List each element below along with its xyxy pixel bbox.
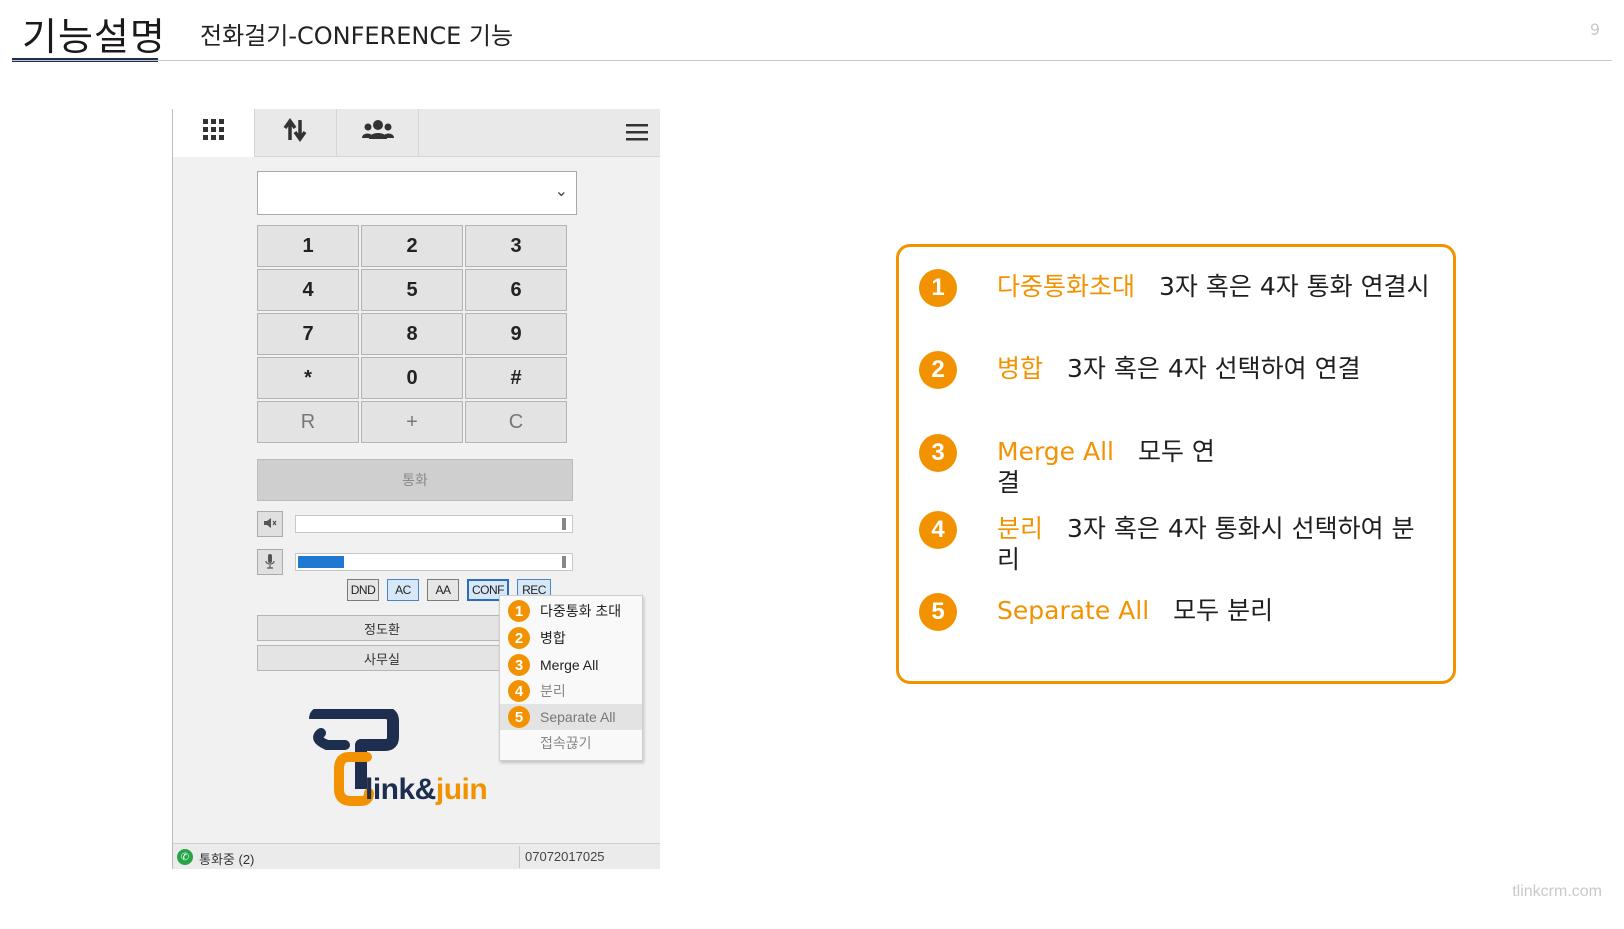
menu-item-invite[interactable]: 1 다중통화 초대	[500, 598, 642, 624]
key-hash[interactable]: #	[465, 357, 567, 399]
contact-item[interactable]: 사무실	[257, 645, 507, 671]
key-7[interactable]: 7	[257, 313, 359, 355]
tab-transfer[interactable]	[255, 109, 337, 157]
softphone-window: ⌄ 1 2 3 4 5 6 7 8 9 * 0 # R + C 통화 DND A…	[172, 109, 660, 869]
phone-toolbar	[173, 109, 660, 157]
feature-legend-box: 1 다중통화초대 3자 혹은 4자 통화 연결시 2 병합 3자 혹은 4자 선택하…	[896, 244, 1456, 684]
key-redial[interactable]: R	[257, 401, 359, 443]
legend-number-badge: 3	[919, 434, 957, 472]
menu-number-badge: 5	[508, 706, 530, 728]
logo-wordmark-part2: juin	[435, 773, 488, 806]
menu-number-badge: 4	[508, 680, 530, 702]
legend-term: 분리	[997, 514, 1044, 543]
menu-item-label: Merge All	[540, 657, 599, 673]
legend-term: Merge All	[997, 437, 1114, 466]
dial-number-select[interactable]: ⌄	[257, 171, 577, 215]
key-0[interactable]: 0	[361, 357, 463, 399]
logo-wordmark-part1: link&	[365, 773, 436, 806]
menu-number-badge: 2	[508, 627, 530, 649]
slide-subtitle: 전화걸기-CONFERENCE 기능	[200, 22, 514, 50]
legend-number-badge: 5	[919, 593, 957, 631]
legend-number-badge: 4	[919, 511, 957, 549]
status-divider	[519, 846, 520, 868]
tab-dialpad[interactable]	[173, 109, 255, 157]
menu-item-label: 다중통화 초대	[540, 603, 622, 619]
legend-number-badge: 1	[919, 269, 957, 307]
menu-item-split[interactable]: 4 분리	[500, 678, 642, 704]
speaker-volume-thumb[interactable]	[562, 518, 566, 530]
footer-website: tlinkcrm.com	[1512, 883, 1602, 900]
speaker-icon	[263, 517, 277, 532]
legend-desc: 모두 분리	[1173, 596, 1274, 625]
call-status-text: 통화중 (2)	[199, 852, 255, 867]
menu-item-disconnect[interactable]: 접속끊기	[500, 730, 642, 756]
legend-term: Separate All	[997, 596, 1150, 625]
key-5[interactable]: 5	[361, 269, 463, 311]
legend-desc: 3자 혹은 4자 통화 연결시	[1159, 272, 1430, 301]
dnd-button[interactable]: DND	[347, 579, 379, 601]
header-divider	[12, 60, 1612, 61]
legend-description: 병합 3자 혹은 4자 선택하여 연결	[997, 353, 1377, 384]
menu-item-label: 병합	[540, 630, 566, 646]
page-number: 9	[1589, 20, 1600, 39]
slide-title: 기능설명	[22, 15, 166, 59]
speaker-mute-button[interactable]	[257, 511, 283, 537]
menu-item-merge[interactable]: 2 병합	[500, 625, 642, 651]
status-bar: ✆ 통화중 (2) 07072017025	[173, 843, 660, 869]
legend-desc: 3자 혹은 4자 통화시 선택하여 분리	[997, 514, 1415, 574]
key-1[interactable]: 1	[257, 225, 359, 267]
key-6[interactable]: 6	[465, 269, 567, 311]
transfer-arrows-icon	[282, 116, 310, 151]
key-9[interactable]: 9	[465, 313, 567, 355]
mic-mute-button[interactable]	[257, 549, 283, 575]
menu-number-badge: 1	[508, 600, 530, 622]
microphone-icon	[264, 553, 276, 572]
menu-item-merge-all[interactable]: 3 Merge All	[500, 652, 642, 678]
legend-term: 다중통화초대	[997, 272, 1136, 301]
key-star[interactable]: *	[257, 357, 359, 399]
ac-button[interactable]: AC	[387, 579, 419, 601]
contacts-group-icon	[361, 117, 395, 150]
my-phone-number: 07072017025	[525, 849, 605, 864]
key-clear[interactable]: C	[465, 401, 567, 443]
contact-item[interactable]: 정도환	[257, 615, 507, 641]
chevron-down-icon: ⌄	[554, 183, 568, 200]
call-button[interactable]: 통화	[257, 459, 573, 501]
menu-button[interactable]	[613, 109, 660, 157]
legend-description: Merge All 모두 연결	[997, 436, 1237, 498]
phone-status-icon: ✆	[177, 849, 193, 865]
menu-item-label: 접속끊기	[540, 735, 592, 751]
logo-wordmark: link&juin	[365, 773, 488, 807]
tab-contacts[interactable]	[337, 109, 419, 157]
key-plus[interactable]: +	[361, 401, 463, 443]
key-8[interactable]: 8	[361, 313, 463, 355]
menu-number-badge: 3	[508, 654, 530, 676]
mic-volume-slider[interactable]	[295, 553, 573, 571]
menu-item-label: Separate All	[540, 709, 616, 725]
key-4[interactable]: 4	[257, 269, 359, 311]
mic-volume-thumb[interactable]	[562, 556, 566, 568]
aa-button[interactable]: AA	[427, 579, 459, 601]
menu-item-label: 분리	[540, 683, 566, 699]
legend-description: 분리 3자 혹은 4자 통화시 선택하여 분리	[997, 513, 1437, 575]
legend-number-badge: 2	[919, 351, 957, 389]
hamburger-menu-icon	[626, 117, 648, 149]
speaker-volume-slider[interactable]	[295, 515, 573, 533]
key-2[interactable]: 2	[361, 225, 463, 267]
conference-dropdown-menu: 1 다중통화 초대 2 병합 3 Merge All 4 분리 5 Separa…	[499, 595, 643, 761]
mic-volume-fill	[298, 556, 344, 568]
legend-term: 병합	[997, 354, 1044, 383]
menu-item-separate-all[interactable]: 5 Separate All	[500, 704, 642, 730]
dialpad-icon	[201, 117, 227, 150]
legend-description: Separate All 모두 분리	[997, 595, 1437, 626]
key-3[interactable]: 3	[465, 225, 567, 267]
legend-description: 다중통화초대 3자 혹은 4자 통화 연결시	[997, 271, 1437, 302]
legend-desc: 3자 혹은 4자 선택하여 연결	[1067, 354, 1361, 383]
